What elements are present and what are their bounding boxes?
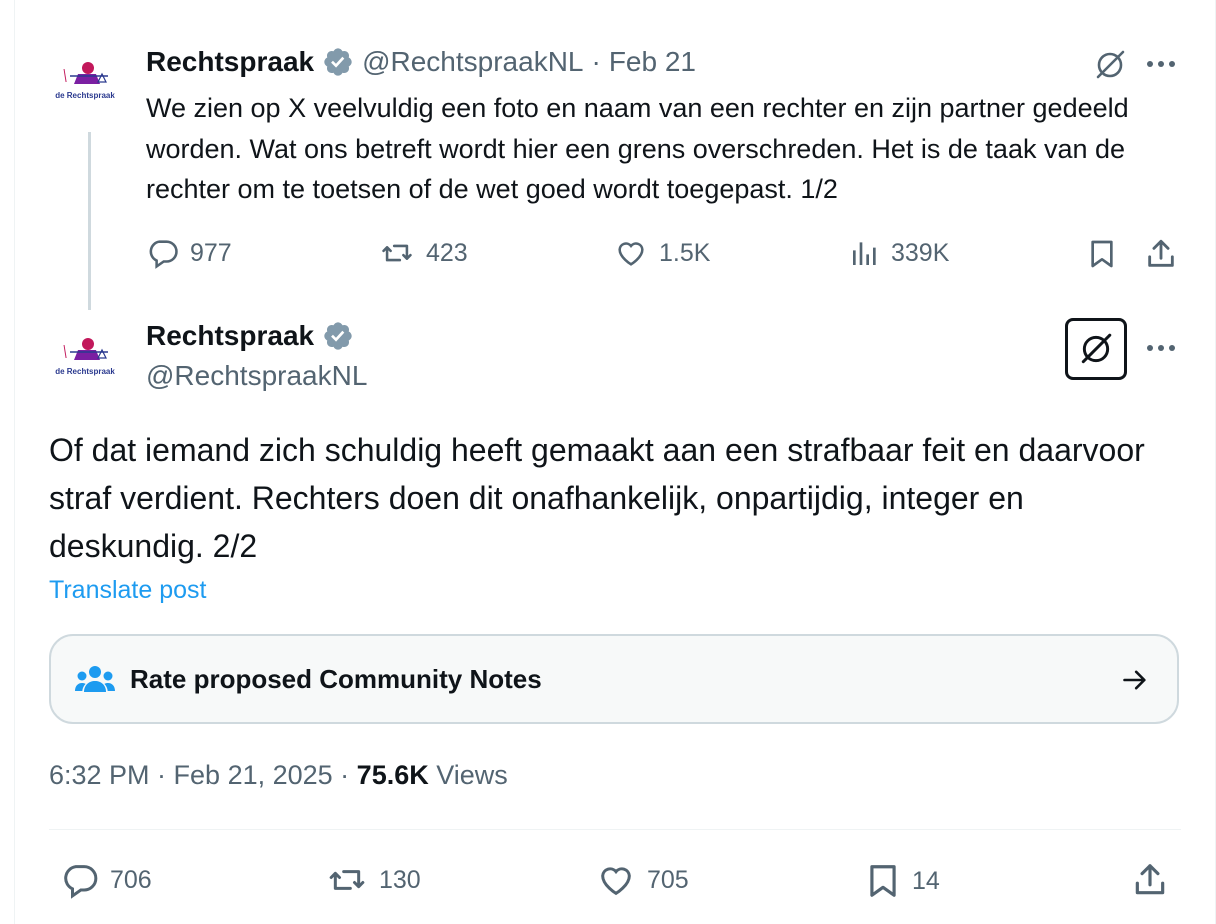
repost-count: 130 — [379, 865, 421, 894]
repost-button[interactable]: 423 — [378, 236, 468, 270]
svg-text:\: \ — [62, 341, 68, 363]
svg-text:\: \ — [62, 65, 68, 87]
post-timestamp[interactable]: 6:32 PM · Feb 21, 2025 · — [49, 760, 357, 790]
repost-icon — [325, 860, 369, 900]
bookmark-icon — [864, 860, 902, 902]
reply-button[interactable]: 977 — [146, 236, 232, 270]
author-handle[interactable]: @RechtspraakNL — [362, 46, 583, 78]
tweet-header: Rechtspraak @RechtspraakNL · Feb 21 — [146, 46, 696, 78]
people-icon — [75, 664, 115, 696]
avatar-caption: de Rechtspraak — [55, 367, 115, 376]
thread-line — [88, 132, 91, 310]
author-name[interactable]: Rechtspraak — [146, 46, 314, 78]
community-notes-label: Rate proposed Community Notes — [130, 664, 542, 694]
reply-icon — [146, 236, 180, 270]
reply-count: 977 — [190, 238, 232, 267]
repost-icon — [378, 236, 416, 270]
grok-icon — [1078, 331, 1114, 367]
author-name[interactable]: Rechtspraak — [146, 320, 314, 352]
author-handle[interactable]: @RechtspraakNL — [146, 360, 367, 392]
views-count: 75.6K — [356, 760, 429, 790]
tweet-text: We zien op X veelvuldig een foto en naam… — [146, 93, 1129, 204]
arrow-right-icon — [1119, 666, 1151, 694]
bookmark-count: 14 — [912, 866, 940, 895]
grok-button[interactable] — [1065, 318, 1127, 380]
heart-icon — [613, 236, 649, 270]
repost-count: 423 — [426, 238, 468, 267]
like-button[interactable]: 705 — [595, 860, 689, 900]
separator-dot: · — [591, 46, 601, 77]
tweet-header: Rechtspraak — [146, 320, 354, 352]
avatar[interactable]: \ de Rechtspraak — [50, 320, 120, 390]
views-count: 339K — [891, 238, 950, 267]
more-options-icon[interactable] — [1146, 344, 1176, 352]
bookmark-icon[interactable] — [1086, 236, 1118, 272]
tweet-text: Of dat iemand zich schuldig heeft gemaak… — [49, 432, 1145, 564]
bookmark-button[interactable]: 14 — [864, 860, 940, 902]
like-count: 1.5K — [659, 238, 711, 267]
like-count: 705 — [647, 865, 689, 894]
views-button[interactable]: 339K — [849, 236, 949, 270]
heart-icon — [595, 860, 637, 900]
avatar-caption: de Rechtspraak — [55, 91, 115, 100]
reply-count: 706 — [110, 865, 152, 894]
share-icon[interactable] — [1144, 236, 1178, 272]
analytics-icon — [849, 236, 881, 270]
verified-badge-icon[interactable] — [322, 320, 354, 352]
verified-badge-icon[interactable] — [322, 46, 354, 78]
views-label: Views — [428, 760, 508, 790]
reply-button[interactable]: 706 — [60, 860, 152, 900]
post-metadata: 6:32 PM · Feb 21, 2025 · 75.6K Views — [49, 760, 508, 791]
share-icon[interactable] — [1131, 860, 1169, 900]
post-date[interactable]: Feb 21 — [609, 46, 696, 78]
grok-icon[interactable] — [1093, 48, 1127, 82]
translate-post-link[interactable]: Translate post — [49, 576, 206, 605]
more-options-icon[interactable] — [1146, 60, 1176, 68]
avatar[interactable]: \ de Rechtspraak — [50, 44, 120, 114]
divider — [49, 829, 1181, 830]
repost-button[interactable]: 130 — [325, 860, 421, 900]
reply-icon — [60, 860, 100, 900]
like-button[interactable]: 1.5K — [613, 236, 710, 270]
community-notes-button[interactable]: Rate proposed Community Notes — [49, 634, 1179, 724]
